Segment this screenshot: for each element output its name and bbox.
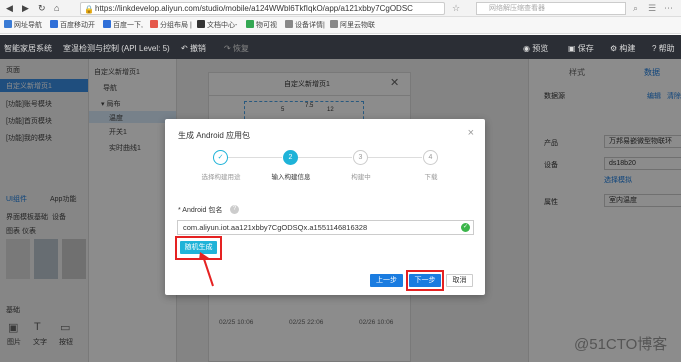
search-icon[interactable]: ⌕	[633, 3, 638, 14]
step-label: 构建中	[351, 174, 371, 181]
help-button[interactable]: ? 帮助	[652, 43, 675, 54]
page-title: 室温检测与控制 (API Level: 5)	[63, 44, 170, 53]
doc-icon	[197, 20, 205, 28]
google-icon	[246, 20, 254, 28]
package-name-value: com.aliyun.iot.aa121xbby7CgODSQx.a155114…	[183, 223, 368, 232]
globe-icon	[4, 20, 12, 28]
baidu-icon	[50, 20, 58, 28]
build-button[interactable]: ⚙ 构建	[610, 43, 635, 54]
url-field[interactable]: 🔒 https://linkdevelop.aliyun.com/studio/m…	[80, 2, 445, 15]
save-button[interactable]: ▣ 保存	[568, 43, 594, 54]
annotation-arrow	[199, 252, 214, 287]
step-connector	[368, 157, 422, 158]
step-todo: 4	[423, 150, 438, 165]
bookmark-item[interactable]: 阿里云物联	[330, 20, 375, 30]
step-connector	[298, 157, 352, 158]
redo-button[interactable]: ↷ 恢复	[224, 43, 249, 54]
bookmark-item[interactable]: 百度一下,	[103, 20, 143, 30]
step-label: 选择构建用途	[201, 174, 241, 181]
bookmark-icon	[150, 20, 158, 28]
watermark: @51CTO博客	[574, 336, 668, 353]
reload-icon[interactable]: ↻	[38, 3, 46, 14]
package-name-label: * Android 包名 ?	[178, 205, 239, 215]
cancel-button[interactable]: 取消	[446, 274, 473, 287]
bookmarks-bar: 网址导航 百度移动开 百度一下, 分组布局 | 文档中心- 物可视 设备详情| …	[0, 17, 681, 34]
baidu-icon	[103, 20, 111, 28]
home-icon[interactable]: ⌂	[54, 3, 59, 13]
browser-address-bar: ◀ ▶ ↻ ⌂ 🔒 https://linkdevelop.aliyun.com/…	[0, 0, 681, 17]
package-name-input[interactable]: com.aliyun.iot.aa121xbby7CgODSQx.a155114…	[177, 220, 474, 235]
step-todo: 3	[353, 150, 368, 165]
lock-icon: 🔒	[84, 5, 94, 14]
search-placeholder: 网络解压缩查看器	[489, 5, 545, 12]
step-connector	[228, 157, 282, 158]
url-text: https://linkdevelop.aliyun.com/studio/mo…	[95, 4, 413, 13]
bookmark-item[interactable]: 文档中心-	[197, 20, 237, 30]
page-icon	[285, 20, 293, 28]
bookmark-item[interactable]: 物可视	[246, 20, 277, 30]
app-title: 智能家居系统	[4, 44, 52, 53]
step-done-icon: ✓	[213, 150, 228, 165]
forward-icon[interactable]: ▶	[22, 3, 29, 14]
modal-title: 生成 Android 应用包	[178, 131, 251, 140]
bookmark-item[interactable]: 百度移动开	[50, 20, 95, 30]
browser-search-field[interactable]: 网络解压缩查看器	[476, 2, 626, 15]
app-header: 智能家居系统 室温检测与控制 (API Level: 5) ↶ 撤销 ↷ 恢复 …	[0, 35, 681, 59]
page-icon	[330, 20, 338, 28]
step-active: 2	[283, 150, 298, 165]
bookmark-item[interactable]: 网址导航	[4, 20, 42, 30]
check-icon: ✓	[461, 223, 470, 232]
preview-button[interactable]: ◉ 预览	[523, 43, 548, 54]
next-button[interactable]: 下一步	[409, 274, 441, 287]
bookmark-item[interactable]: 分组布局 |	[150, 20, 192, 30]
bookmark-item[interactable]: 设备详情|	[285, 20, 325, 30]
bookmark-star-icon[interactable]: ☆	[452, 3, 460, 14]
prev-button[interactable]: 上一步	[370, 274, 403, 287]
undo-button[interactable]: ↶ 撤销	[181, 43, 206, 54]
help-icon[interactable]: ?	[230, 205, 239, 214]
more-icon[interactable]: ⋯	[664, 3, 673, 14]
step-label: 输入构建信息	[271, 174, 311, 181]
close-icon[interactable]: ×	[468, 127, 474, 139]
menu-icon[interactable]: ☰	[648, 3, 656, 14]
back-icon[interactable]: ◀	[6, 3, 13, 14]
step-label: 下载	[424, 174, 438, 181]
